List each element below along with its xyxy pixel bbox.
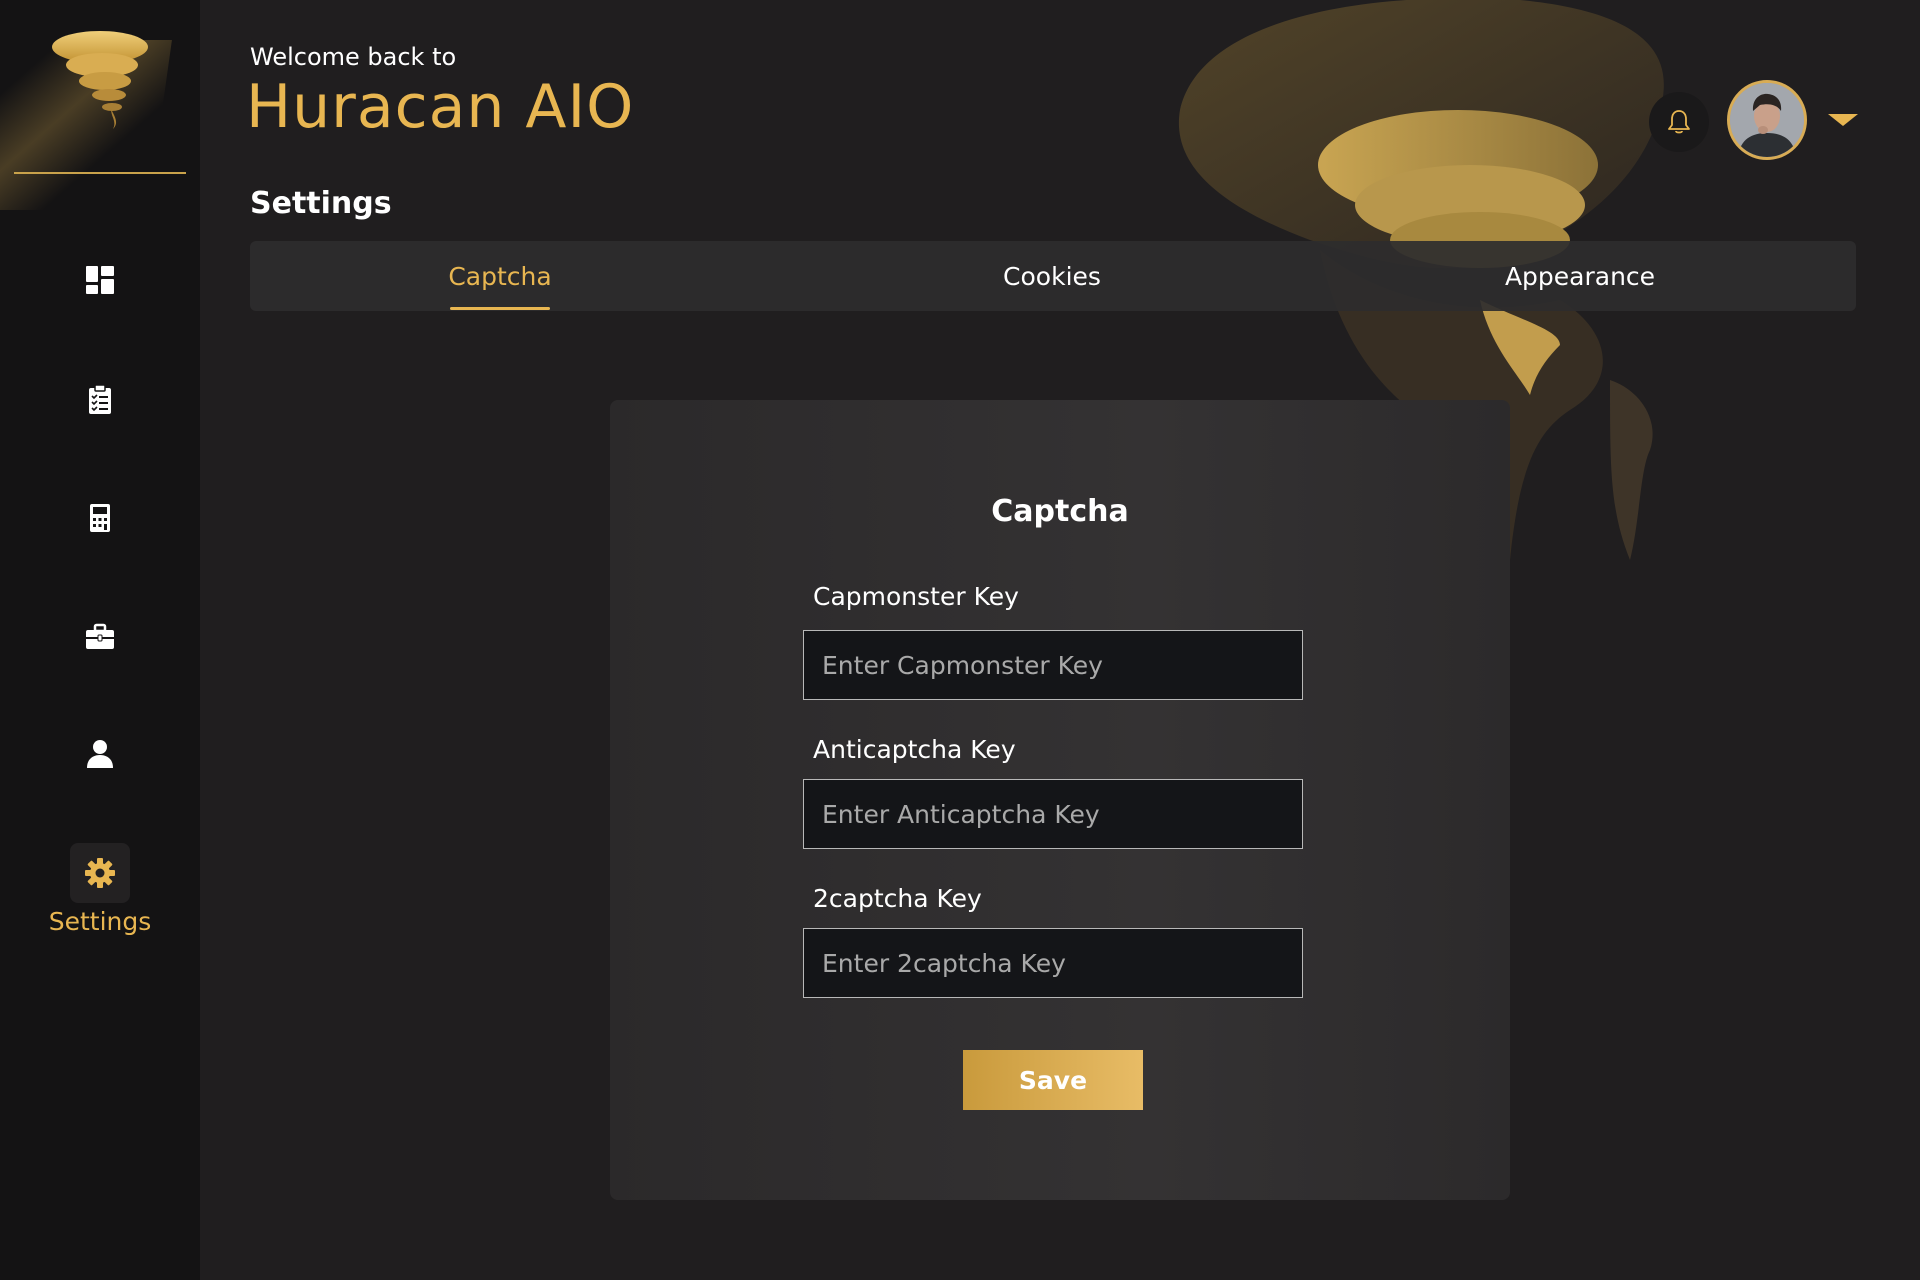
briefcase-icon [86,623,114,649]
calculator-icon [90,504,110,532]
dashboard-icon [86,266,114,294]
captcha-settings-card: Captcha Capmonster Key Anticaptcha Key 2… [610,400,1510,1200]
avatar[interactable] [1727,80,1807,160]
app-title: Huracan AIO [246,72,635,142]
welcome-text: Welcome back to [250,43,457,71]
sidebar-item-calculator[interactable] [70,488,130,548]
sidebar: Settings [0,0,200,1280]
save-button[interactable]: Save [963,1050,1143,1110]
account-menu-chevron-down-icon[interactable] [1828,114,1858,126]
settings-tabs: Captcha Cookies Appearance [250,241,1856,311]
sidebar-item-dashboard[interactable] [70,250,130,310]
page-title: Settings [250,186,392,221]
gear-icon [85,858,115,888]
tab-cookies[interactable]: Cookies [902,241,1202,311]
notifications-button[interactable] [1649,92,1709,152]
logo-divider [14,172,186,174]
anticaptcha-key-label: Anticaptcha Key [813,735,1016,764]
active-tab-indicator [450,307,550,310]
user-avatar-photo [1730,83,1804,157]
2captcha-key-label: 2captcha Key [813,884,982,913]
tab-appearance[interactable]: Appearance [1430,241,1730,311]
sidebar-item-profile[interactable] [70,724,130,784]
sidebar-item-tasks[interactable] [70,370,130,430]
sidebar-item-settings-label[interactable]: Settings [0,907,200,936]
2captcha-key-input[interactable] [803,928,1303,998]
tornado-logo-icon[interactable] [45,25,155,135]
sidebar-item-briefcase[interactable] [70,607,130,667]
anticaptcha-key-input[interactable] [803,779,1303,849]
user-icon [87,740,113,768]
card-title: Captcha [991,494,1129,529]
capmonster-key-label: Capmonster Key [813,582,1019,611]
clipboard-list-icon [89,384,111,414]
capmonster-key-input[interactable] [803,630,1303,700]
sidebar-item-settings[interactable] [70,843,130,903]
tab-captcha[interactable]: Captcha [350,241,650,311]
bell-icon [1668,110,1690,134]
